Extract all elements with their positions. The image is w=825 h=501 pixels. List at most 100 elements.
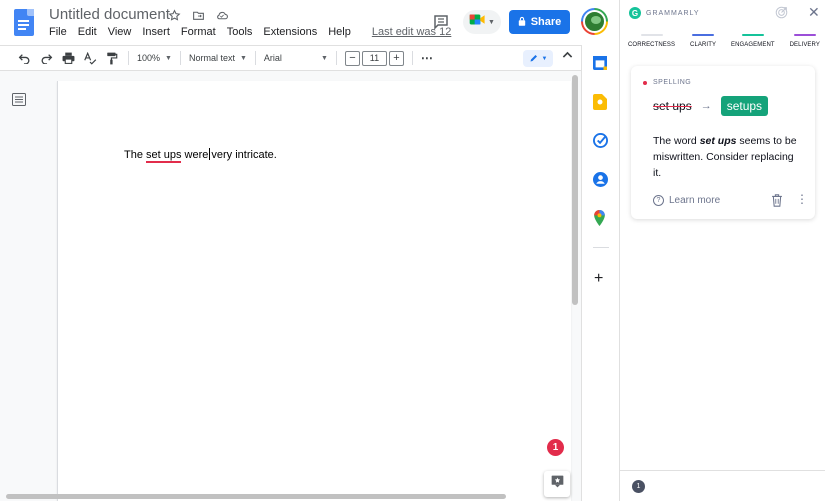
suggestion-card[interactable]: SPELLING set ups → setups The word set u… [631,66,815,219]
cloud-status-icon[interactable] [214,7,230,23]
keep-icon[interactable] [593,94,609,110]
title-actions [166,7,230,23]
formatting-toolbar: 100% ▼ Normal text ▼ Arial ▼ − 11 + ⋯ ▼ [0,45,581,71]
help-icon: ? [653,195,664,206]
editing-mode-button[interactable]: ▼ [523,50,553,67]
menu-edit[interactable]: Edit [78,26,97,38]
meet-icon [469,13,486,31]
side-panel-divider [593,247,609,248]
docs-header: Untitled document File Edit View Insert … [0,0,619,45]
move-to-folder-icon[interactable] [190,7,206,23]
text-segment: were [181,149,209,161]
document-title[interactable]: Untitled document [49,6,170,23]
issue-count-badge[interactable]: 1 [632,480,645,493]
document-canvas: The set ups were very intricate. [0,71,581,501]
text-segment: very intricate. [211,149,277,161]
goals-icon[interactable] [775,6,789,20]
menu-insert[interactable]: Insert [142,26,170,38]
grammarly-issue-badge[interactable]: 1 [547,439,564,456]
grammarly-category-tabs: CORRECTNESS CLARITY ENGAGEMENT DELIVERY [628,34,820,48]
menu-extensions[interactable]: Extensions [263,26,317,38]
explanation-word: set ups [699,135,737,147]
maps-icon[interactable] [593,210,609,226]
document-page[interactable]: The set ups were very intricate. [57,81,571,501]
comment-history-icon[interactable] [432,13,450,31]
caret-down-icon: ▼ [165,54,172,62]
font-select[interactable]: Arial ▼ [264,53,328,63]
menu-tools[interactable]: Tools [227,26,253,38]
lock-icon [518,16,526,29]
menu-bar: File Edit View Insert Format Tools Exten… [49,26,451,38]
font-size-input[interactable]: 11 [361,50,387,66]
paragraph-style-select[interactable]: Normal text ▼ [189,53,247,63]
vertical-scrollbar[interactable] [571,71,579,491]
original-word: set ups [653,99,692,113]
more-vertical-icon[interactable]: ⋮ [796,193,808,205]
grammarly-brand-name: GRAMMARLY [646,9,700,17]
learn-more-link[interactable]: ? Learn more [653,195,720,206]
account-avatar[interactable] [581,8,608,35]
pencil-icon [529,53,539,65]
category-dot-icon [643,80,647,85]
caret-down-icon: ▼ [320,54,328,62]
grammarly-footer: 1 [620,470,825,501]
tab-engagement[interactable]: ENGAGEMENT [731,34,775,48]
spelling-error-highlight[interactable]: set ups [146,149,182,163]
tab-delivery[interactable]: DELIVERY [790,34,820,48]
learn-more-label: Learn more [669,195,721,206]
add-addon-icon[interactable]: + [594,271,603,287]
category-label: SPELLING [653,79,692,86]
font-value: Arial [263,53,282,63]
menu-help[interactable]: Help [328,26,351,38]
chevron-down-icon: ▼ [488,18,495,26]
menu-file[interactable]: File [49,26,67,38]
menu-view[interactable]: View [108,26,132,38]
toolbar-divider [179,51,181,65]
scrollbar-thumb[interactable] [572,75,578,305]
caret-down-icon: ▼ [541,55,548,62]
grammarly-panel: G GRAMMARLY ✕ CORRECTNESS CLARITY ENGAGE… [619,0,825,501]
accept-suggestion-button[interactable]: setups [720,96,769,116]
docs-logo-icon[interactable] [14,9,34,36]
app-window: Untitled document File Edit View Insert … [0,0,825,501]
decrease-font-size-button[interactable]: − [344,50,360,66]
tab-indicator [793,34,816,36]
dismiss-trash-icon[interactable] [771,194,783,207]
document-body-text[interactable]: The set ups were very intricate. [124,148,277,163]
tasks-icon[interactable] [593,133,609,149]
arrow-right-icon: → [700,100,712,112]
toolbar-divider [335,51,337,65]
undo-icon[interactable] [16,50,32,66]
spellcheck-icon[interactable] [82,50,98,66]
contacts-icon[interactable] [593,172,609,188]
print-icon[interactable] [60,50,76,66]
horizontal-scrollbar[interactable] [0,491,581,501]
close-icon[interactable]: ✕ [808,5,820,19]
paint-format-icon[interactable] [104,50,120,66]
share-button[interactable]: Share [509,10,570,34]
meet-button[interactable]: ▼ [463,10,501,34]
suggestion-category: SPELLING [643,79,691,86]
tab-correctness[interactable]: CORRECTNESS [628,34,675,48]
grammarly-logo-icon: G [629,7,641,19]
share-label: Share [530,16,562,28]
zoom-select[interactable]: 100% ▼ [137,53,172,63]
grammarly-brand: G GRAMMARLY [629,7,700,19]
scrollbar-thumb[interactable] [6,494,506,499]
increase-font-size-button[interactable]: + [388,50,404,66]
tab-clarity[interactable]: CLARITY [690,34,716,48]
document-outline-icon[interactable] [12,93,26,106]
toolbar-divider [128,51,129,65]
tab-label: CLARITY [690,42,717,48]
toolbar-divider [411,51,413,65]
calendar-icon[interactable] [593,56,609,72]
tab-label: ENGAGEMENT [731,42,775,48]
suggestion-explanation: The word set ups seems to be miswritten.… [653,133,803,181]
redo-icon[interactable] [38,50,54,66]
explore-button[interactable] [544,471,570,497]
more-options-button[interactable]: ⋯ [421,51,433,65]
chevron-up-icon[interactable] [562,51,573,61]
paragraph-style-value: Normal text [188,53,235,63]
star-icon[interactable] [166,7,182,23]
menu-format[interactable]: Format [181,26,216,38]
